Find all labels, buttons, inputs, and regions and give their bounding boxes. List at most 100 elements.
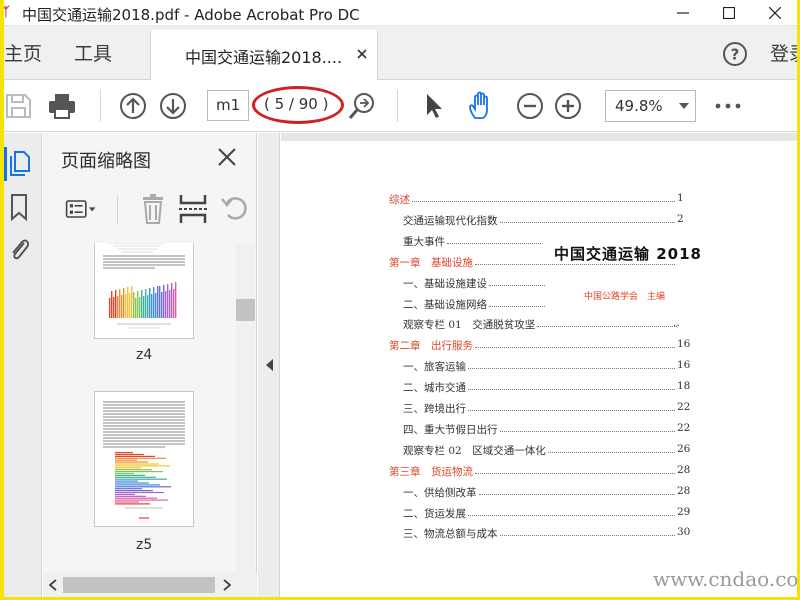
toc-leader [475,347,675,349]
toc-chapter[interactable]: 第二章 出行服务 [389,338,473,353]
collapse-panel-icon[interactable] [266,359,273,371]
toc-entry[interactable]: 交通运输现代化指数 [403,213,498,228]
zoom-in-icon[interactable] [553,91,583,121]
toc-chapter[interactable]: 第一章 基础设施 [389,255,473,270]
thumbnail-chart-bar [149,288,151,318]
navigation-rail [4,133,42,597]
page-thumbnail[interactable] [94,243,194,339]
thumbnail-options-icon[interactable] [65,193,97,225]
toc-entry[interactable]: 二、货运发展 [403,506,466,521]
toc-page-number: 30 [677,526,691,539]
page-thumbnail[interactable] [94,391,194,527]
thumbnail-chart-bar [115,484,160,486]
close-window-button[interactable] [752,0,797,26]
thumbnail-chart-bar [169,290,171,318]
thumbnail-toolbar [43,183,257,239]
thumbnail-chart-bar [115,495,146,497]
thumbnail-chart-bar [147,295,149,318]
toc-page-number: 18 [677,380,691,393]
toc-entry[interactable]: 重大事件 [403,234,445,249]
thumbnail-chart-bar [145,289,147,318]
minimize-icon [677,12,689,14]
toc-entry[interactable]: 观察专栏 01 交通脱贫攻坚 [403,317,535,332]
page-up-icon[interactable] [118,91,148,121]
maximize-button[interactable] [706,0,752,26]
toc-entry[interactable]: 观察专栏 02 区域交通一体化 [403,443,546,458]
thumbnail-chart-bar [121,295,123,318]
tab-tools[interactable]: 工具 [74,39,112,66]
toc-chapter[interactable]: 综述 [389,192,410,207]
scroll-right-icon[interactable] [223,579,231,591]
tab-document[interactable]: 中国交通运输2018.... [150,30,378,80]
toc-entry[interactable]: 三、跨境出行 [403,401,466,416]
main-toolbar: m1 ( 5 / 90 ) 49.8% [4,80,797,132]
toc-page-number: 29 [677,505,691,518]
title-bar: ᛉ 中国交通运输2018.pdf - Adobe Acrobat Pro DC [4,0,797,26]
page-number-input[interactable]: m1 [207,90,249,121]
scroll-left-icon[interactable] [49,579,57,591]
rotate-icon[interactable] [219,193,251,225]
thumbnail-chart-bar [167,284,169,318]
thumbnail-hscrollbar[interactable] [43,573,257,597]
toc-leader [547,451,675,453]
scrollbar-thumb[interactable] [236,299,255,321]
save-icon[interactable] [4,91,34,121]
thumbnail-chart-bar [137,291,139,318]
thumbnail-chart-bar [127,287,129,318]
help-icon[interactable]: ? [722,41,748,67]
extract-page-icon[interactable] [177,193,209,225]
thumbnail-chart-bar [115,501,139,503]
hand-icon[interactable] [466,91,496,121]
page-down-icon[interactable] [158,91,188,121]
toc-entry[interactable]: 一、基础设施建设 [403,276,487,291]
tab-home[interactable]: 主页 [4,39,42,66]
close-panel-icon[interactable] [217,147,237,167]
delete-page-icon[interactable] [137,193,169,225]
thumbnail-chart-bar [157,286,159,318]
select-arrow-icon[interactable] [419,91,449,121]
toc-chapter[interactable]: 第三章 货运物流 [389,464,473,479]
thumbnail-chart-bar [115,469,152,471]
panel-collapse-strip[interactable] [258,133,280,597]
attachment-icon[interactable] [6,235,32,263]
pages-icon[interactable] [6,149,32,177]
maximize-icon [723,7,735,19]
toc-page-number: 16 [677,359,691,372]
thumbnail-chart-bar [115,491,164,494]
toc-entry[interactable]: 二、城市交通 [403,380,466,395]
find-icon[interactable] [347,91,377,121]
zoom-out-icon[interactable] [515,91,545,121]
thumbnail-chart-bar [115,472,134,475]
toc-entry[interactable]: 一、供给侧改革 [403,485,477,500]
toc-leader [478,493,675,495]
close-tab-icon[interactable] [355,47,369,61]
thumbnail-chart-bar [161,292,163,318]
document-view[interactable]: 中国交通运输 2018 中国公路学会 主编 综述 1 交通运输现代化指数 2 重大事件第… [281,133,797,597]
thumbnail-chart-bar [135,298,137,318]
page-preview [103,401,185,519]
print-icon[interactable] [47,91,77,121]
thumbnail-label: z5 [136,537,153,553]
toc-entry[interactable]: 三、物流总额与成本 [403,526,498,541]
thumbnail-chart-bar [115,503,150,505]
toc-page-number: 16 [677,338,691,351]
login-button[interactable]: 登录 [770,39,797,66]
more-icon[interactable] [713,91,743,121]
window-title: 中国交通运输2018.pdf - Adobe Acrobat Pro DC [22,6,360,24]
thumbnail-chart-bar [111,291,113,318]
toc-leader [499,221,675,223]
toc-entry[interactable]: 二、基础设施网络 [403,297,487,312]
bookmark-icon[interactable] [6,193,32,221]
toc-leader [475,472,675,474]
toc-entry[interactable]: 四、重大节假日出行 [403,422,498,437]
thumbnail-chart-bar [171,283,173,318]
thumbnail-chart-bar [175,282,177,318]
watermark: www.cndao.com [653,567,797,591]
toc-entry[interactable]: 一、旅客运输 [403,359,466,374]
zoom-select[interactable]: 49.8% [605,90,696,122]
thumbnail-chart-bar [155,293,157,318]
toc-page-number: 22 [677,401,691,413]
hscrollbar-thumb[interactable] [63,577,215,593]
minimize-button[interactable] [660,0,706,26]
thumbnail-scrollbar[interactable] [236,243,255,573]
